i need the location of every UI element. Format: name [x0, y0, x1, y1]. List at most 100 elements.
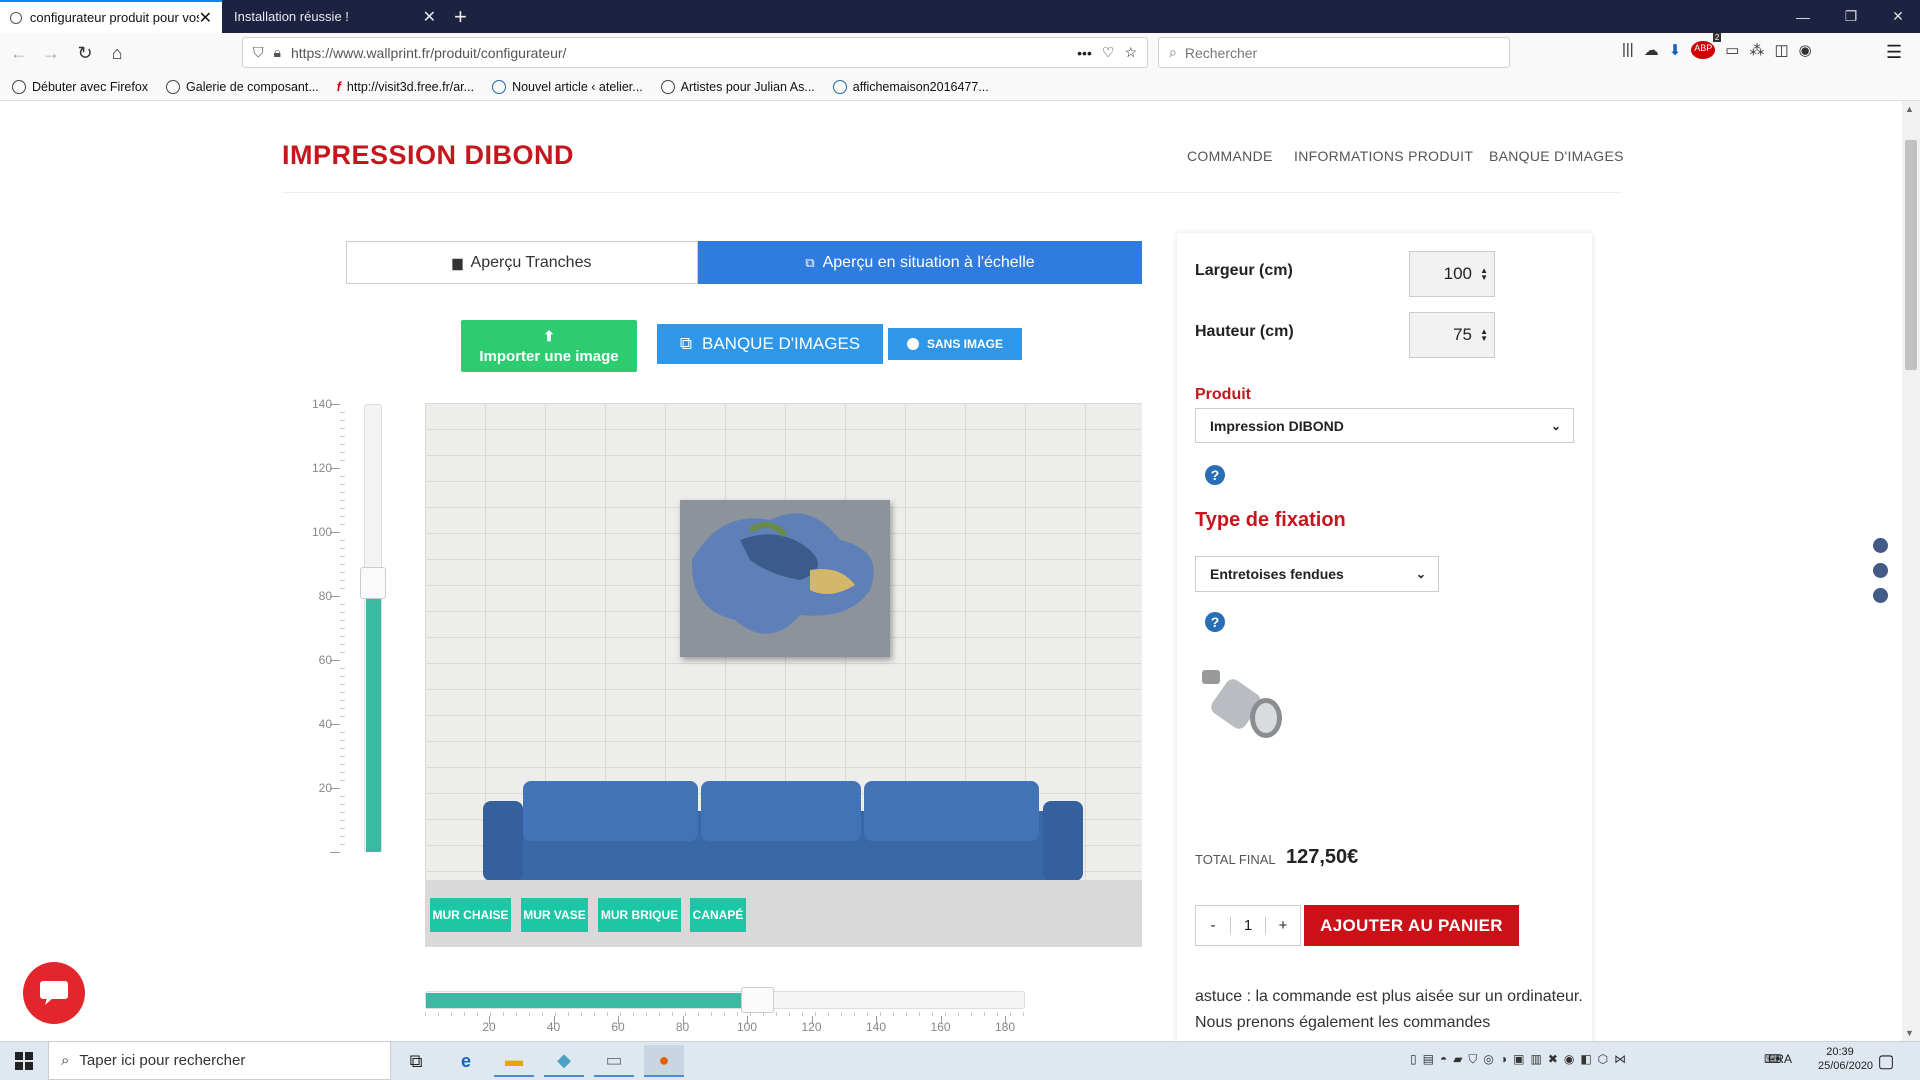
- height-input[interactable]: 75 ▲ ▼: [1409, 312, 1495, 358]
- scroll-up-icon[interactable]: ▲: [1905, 104, 1914, 114]
- home-icon[interactable]: ⌂: [104, 40, 130, 66]
- spinner-icon[interactable]: ▲ ▼: [1480, 328, 1488, 343]
- language-indicator[interactable]: FRA: [1768, 1052, 1792, 1066]
- spinner-icon[interactable]: ▲ ▼: [1480, 267, 1488, 282]
- artwork-image: [680, 500, 890, 657]
- no-image-button[interactable]: SANS IMAGE: [888, 328, 1022, 360]
- adblock-icon[interactable]: ABP 2: [1691, 33, 1722, 59]
- menu-commande[interactable]: COMMANDE: [1187, 148, 1273, 164]
- bookmark-item[interactable]: affichemaison2016477...: [832, 79, 989, 94]
- ruler-tick: [330, 788, 340, 789]
- fixation-select[interactable]: Entretoises fendues ⌄: [1195, 556, 1439, 592]
- tab-apercu-situation[interactable]: ⧉ Aperçu en situation à l'échelle: [698, 241, 1142, 284]
- section-nav-dot[interactable]: [1873, 538, 1888, 553]
- add-to-cart-button[interactable]: AJOUTER AU PANIER: [1304, 905, 1519, 946]
- url-bar[interactable]: ⛉ 🔒︎ https://www.wallprint.fr/produit/co…: [242, 37, 1148, 68]
- bookmark-item[interactable]: f http://visit3d.free.fr/ar...: [337, 80, 474, 94]
- close-window-icon[interactable]: ✕: [1876, 0, 1920, 33]
- product-help-icon[interactable]: ?: [1205, 465, 1225, 485]
- back-icon[interactable]: ←: [6, 40, 32, 66]
- qty-plus-button[interactable]: +: [1265, 917, 1300, 934]
- width-slider-handle[interactable]: [741, 987, 774, 1013]
- close-tab-icon[interactable]: ✕: [199, 8, 212, 28]
- system-tray-icons[interactable]: ▯▤◓▰⛉◎◑▣▥✖◉◧⬡⋈: [1410, 1052, 1632, 1067]
- taskbar-search[interactable]: ⌕ Taper ici pour rechercher: [48, 1041, 391, 1080]
- close-tab-icon[interactable]: ✕: [423, 7, 436, 27]
- site-brand[interactable]: IMPRESSION DIBOND: [282, 140, 574, 171]
- tab-configurateur[interactable]: configurateur produit pour vos ✕: [0, 0, 222, 33]
- product-label: Produit: [1195, 386, 1251, 403]
- ruler-tick: [340, 492, 345, 493]
- height-slider-handle[interactable]: [360, 567, 386, 600]
- notifications-icon[interactable]: ▢: [1866, 1045, 1906, 1077]
- ruler-minor-tick: [997, 1012, 998, 1016]
- tab-installation[interactable]: Installation réussie ! ✕: [224, 0, 446, 33]
- forward-icon[interactable]: →: [38, 40, 64, 66]
- section-nav-dot[interactable]: [1873, 563, 1888, 578]
- search-bar[interactable]: ⌕ Rechercher: [1158, 37, 1510, 68]
- tab-title: Installation réussie !: [234, 9, 349, 24]
- menu-informations-produit[interactable]: INFORMATIONS PRODUIT: [1294, 148, 1473, 164]
- extension-icon[interactable]: ⁂: [1749, 41, 1764, 59]
- ruler-tick: [340, 836, 345, 837]
- app-icon[interactable]: ▭: [594, 1045, 634, 1077]
- qty-minus-button[interactable]: -: [1196, 917, 1231, 934]
- bookmark-item[interactable]: Débuter avec Firefox: [12, 79, 148, 94]
- ruler-tick: [330, 660, 340, 661]
- chat-button[interactable]: [23, 962, 85, 1024]
- ruler-tick: [340, 628, 345, 629]
- download-icon[interactable]: ⬇: [1669, 41, 1682, 59]
- account-icon[interactable]: ◉: [1799, 41, 1812, 59]
- clock[interactable]: 20:39 25/06/2020: [1818, 1046, 1873, 1072]
- ruler-label: 20: [318, 781, 332, 795]
- ruler-tick: [340, 548, 345, 549]
- reader-icon[interactable]: ▭: [1725, 41, 1739, 59]
- minimize-icon[interactable]: —: [1781, 0, 1825, 33]
- ruler-minor-tick: [542, 1012, 543, 1016]
- file-explorer-icon[interactable]: ▬: [494, 1045, 534, 1077]
- screenshot-icon[interactable]: ◫: [1774, 41, 1788, 59]
- ruler-tick: [340, 508, 345, 509]
- height-value: 75: [1453, 325, 1472, 344]
- ruler-tick: [340, 556, 345, 557]
- tab-apercu-tranches[interactable]: ▆ Aperçu Tranches: [346, 241, 698, 284]
- sync-icon[interactable]: ☁: [1644, 41, 1659, 59]
- firefox-icon[interactable]: ●: [644, 1045, 684, 1077]
- hamburger-menu-icon[interactable]: ☰: [1886, 42, 1902, 63]
- ruler-label: 180: [994, 1020, 1016, 1034]
- ruler-tick: [340, 444, 345, 445]
- bookmark-item[interactable]: Nouvel article ‹ atelier...: [492, 79, 643, 94]
- scroll-down-icon[interactable]: ▼: [1905, 1028, 1914, 1038]
- product-select[interactable]: Impression DIBOND ⌄: [1195, 408, 1574, 443]
- scrollbar-thumb[interactable]: [1905, 140, 1917, 370]
- page-icon: [10, 11, 22, 24]
- windows-start-icon[interactable]: [4, 1045, 44, 1077]
- edge-icon[interactable]: e: [446, 1045, 486, 1077]
- scene-mur-chaise[interactable]: MUR CHAISE: [430, 898, 511, 932]
- ruler-tick: [340, 524, 345, 525]
- new-tab-icon[interactable]: +: [454, 4, 467, 30]
- app-icon[interactable]: ◆: [544, 1045, 584, 1077]
- import-image-button[interactable]: ⬆ Importer une image: [461, 320, 637, 372]
- qty-input[interactable]: 1: [1231, 917, 1265, 934]
- scene-canape[interactable]: CANAPÉ: [690, 898, 746, 932]
- bookmark-item[interactable]: Artistes pour Julian As...: [660, 79, 815, 94]
- page-actions-icon[interactable]: •••: [1077, 45, 1092, 61]
- fixation-help-icon[interactable]: ?: [1205, 612, 1225, 632]
- scene-mur-vase[interactable]: MUR VASE: [521, 898, 588, 932]
- image-bank-button[interactable]: ⧉ BANQUE D'IMAGES: [657, 324, 883, 364]
- menu-banque-images[interactable]: BANQUE D'IMAGES: [1489, 148, 1624, 164]
- scene-mur-brique[interactable]: MUR BRIQUE: [598, 898, 681, 932]
- width-input[interactable]: 100 ▲ ▼: [1409, 251, 1495, 297]
- task-view-icon[interactable]: ⧉: [396, 1045, 436, 1077]
- bookmark-item[interactable]: Galerie de composant...: [166, 79, 319, 94]
- ruler-label: 60: [611, 1020, 625, 1034]
- pocket-icon[interactable]: ♡: [1102, 44, 1115, 61]
- ruler-minor-tick: [984, 1012, 985, 1016]
- bookmark-star-icon[interactable]: ☆: [1124, 44, 1137, 61]
- reload-icon[interactable]: ↻: [72, 40, 98, 66]
- ruler-label: 120: [311, 461, 332, 475]
- section-nav-dot[interactable]: [1873, 588, 1888, 603]
- library-icon[interactable]: |||: [1622, 41, 1634, 59]
- restore-icon[interactable]: ❐: [1829, 0, 1873, 33]
